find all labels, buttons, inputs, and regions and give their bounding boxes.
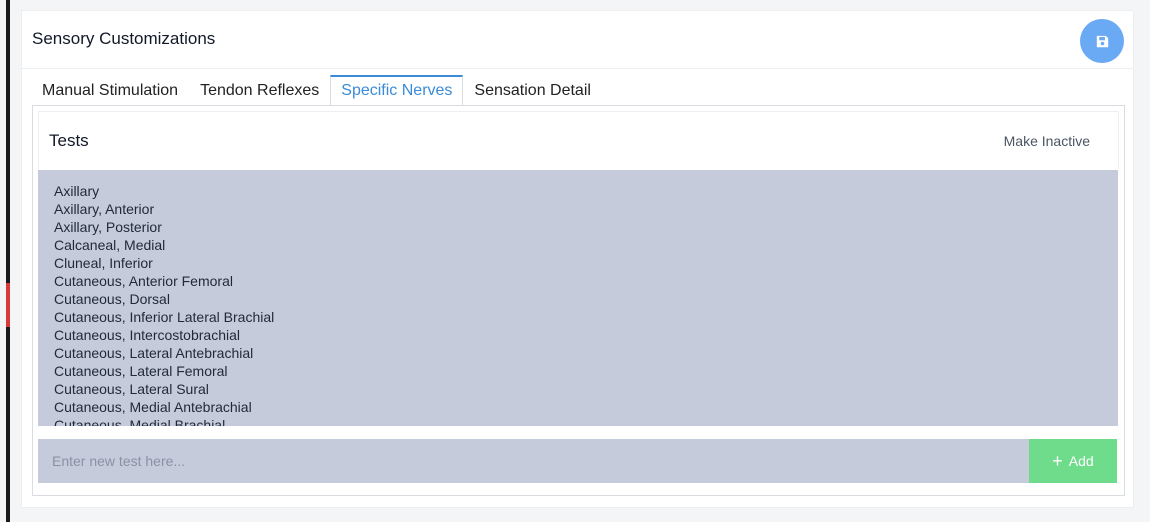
list-item[interactable]: Axillary	[54, 182, 1102, 200]
floppy-disk-icon	[1096, 35, 1108, 47]
list-item[interactable]: Calcaneal, Medial	[54, 236, 1102, 254]
plus-icon: +	[1052, 451, 1063, 471]
left-edge-accent	[6, 283, 10, 327]
make-inactive-button[interactable]: Make Inactive	[1004, 133, 1090, 149]
left-edge-bar	[6, 0, 10, 522]
add-button-label: Add	[1068, 453, 1094, 469]
tab-sensation-detail[interactable]: Sensation Detail	[463, 75, 602, 105]
list-item[interactable]: Cluneal, Inferior	[54, 254, 1102, 272]
list-item[interactable]: Cutaneous, Dorsal	[54, 290, 1102, 308]
list-item[interactable]: Cutaneous, Medial Brachial	[54, 416, 1102, 426]
sensory-customizations-card: Sensory Customizations Manual Stimulatio…	[21, 10, 1134, 508]
specific-nerves-panel: Tests Make Inactive Axillary Axillary, A…	[32, 105, 1125, 496]
list-item[interactable]: Cutaneous, Lateral Femoral	[54, 362, 1102, 380]
list-item[interactable]: Cutaneous, Lateral Sural	[54, 380, 1102, 398]
list-item[interactable]: Cutaneous, Medial Antebrachial	[54, 398, 1102, 416]
new-test-input[interactable]	[38, 439, 1029, 483]
tab-specific-nerves[interactable]: Specific Nerves	[330, 75, 464, 105]
list-item[interactable]: Cutaneous, Anterior Femoral	[54, 272, 1102, 290]
list-item[interactable]: Cutaneous, Intercostobrachial	[54, 326, 1102, 344]
tab-bar: Manual Stimulation Tendon Reflexes Speci…	[31, 75, 602, 105]
tests-header: Tests Make Inactive	[38, 111, 1119, 169]
card-header: Sensory Customizations	[22, 11, 1133, 69]
list-item[interactable]: Cutaneous, Lateral Antebrachial	[54, 344, 1102, 362]
add-test-button[interactable]: + Add	[1029, 439, 1117, 483]
test-list[interactable]: Axillary Axillary, Anterior Axillary, Po…	[38, 170, 1118, 426]
save-button[interactable]	[1080, 19, 1124, 63]
tab-tendon-reflexes[interactable]: Tendon Reflexes	[189, 75, 330, 105]
tab-manual-stimulation[interactable]: Manual Stimulation	[31, 75, 189, 105]
add-test-row: + Add	[38, 439, 1118, 483]
tests-title: Tests	[49, 131, 89, 150]
page-title: Sensory Customizations	[32, 29, 216, 48]
list-item[interactable]: Axillary, Posterior	[54, 218, 1102, 236]
list-item[interactable]: Axillary, Anterior	[54, 200, 1102, 218]
list-item[interactable]: Cutaneous, Inferior Lateral Brachial	[54, 308, 1102, 326]
